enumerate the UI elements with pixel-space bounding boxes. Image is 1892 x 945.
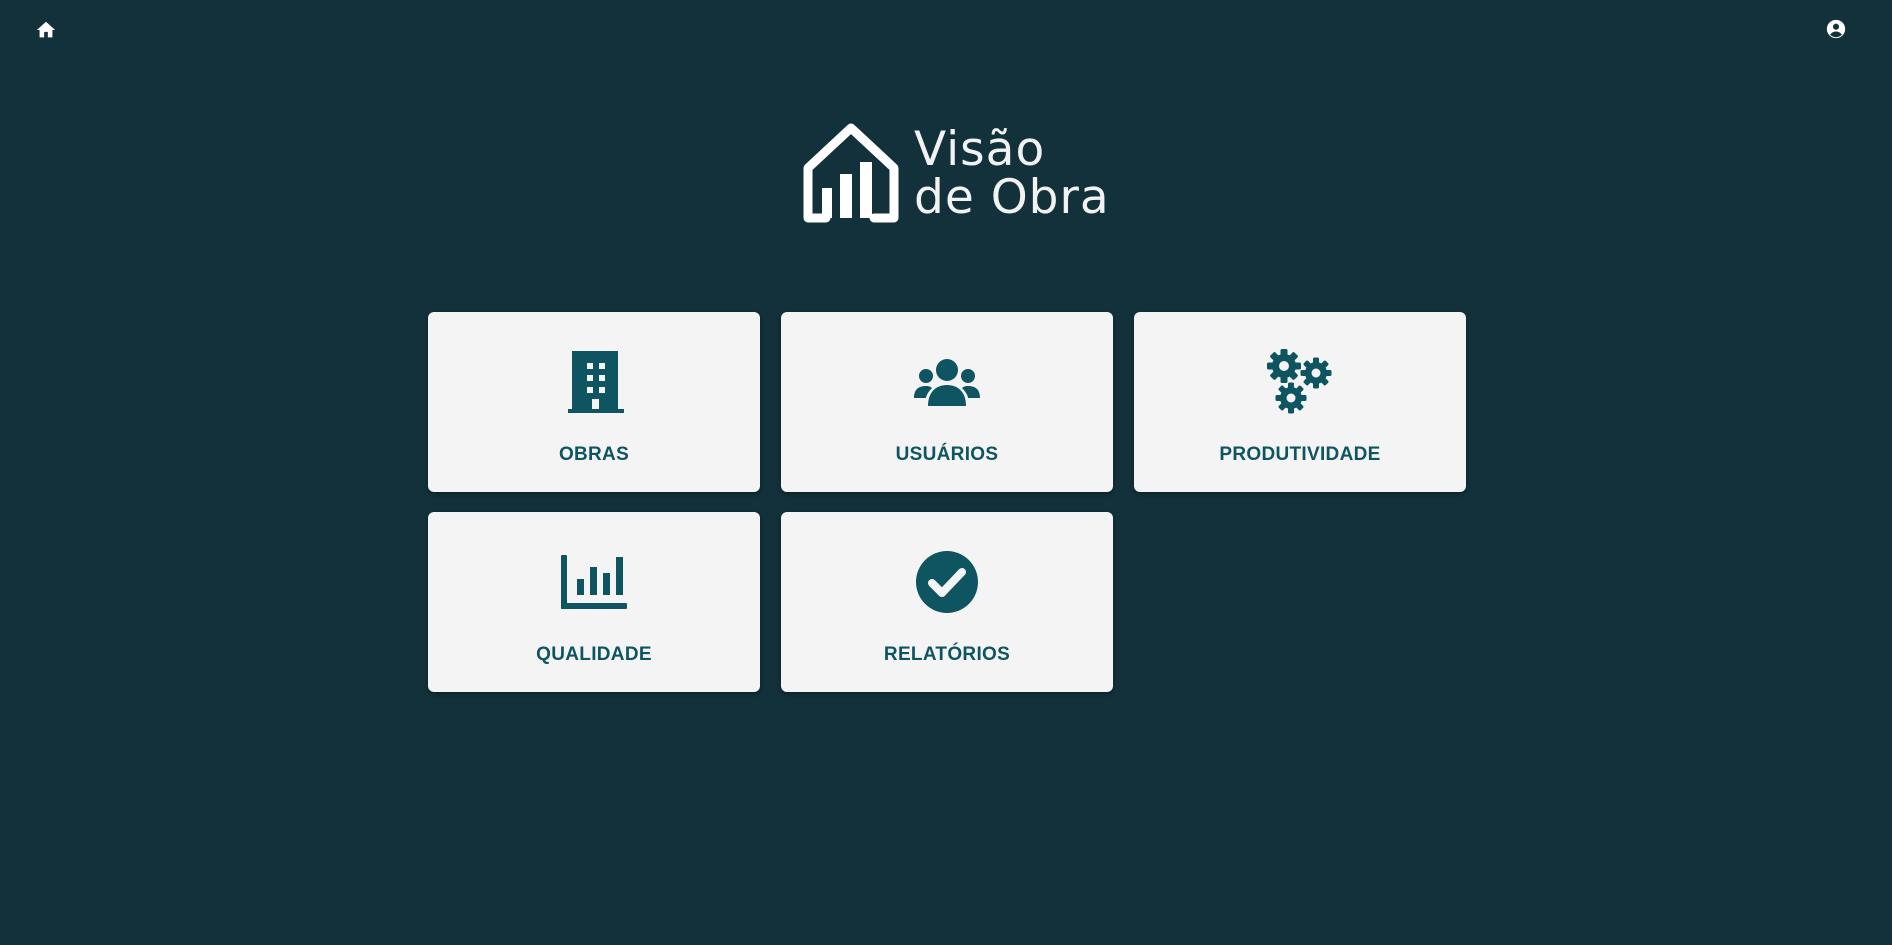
menu-card-qualidade[interactable]: QUALIDADE: [428, 512, 760, 692]
menu-card-usuarios[interactable]: USUÁRIOS: [781, 312, 1113, 492]
logo-line-1: Visão: [914, 122, 1046, 177]
menu-card-label: USUÁRIOS: [895, 444, 999, 465]
users-icon: [913, 348, 981, 416]
app-logo: Visão de Obra: [802, 122, 1109, 228]
menu-card-obras[interactable]: OBRAS: [428, 312, 760, 492]
building-icon: [560, 348, 628, 416]
home-icon: [36, 21, 56, 38]
account-button[interactable]: [1824, 17, 1848, 41]
menu-card-relatorios[interactable]: RELATÓRIOS: [781, 512, 1113, 692]
logo-text: Visão de Obra: [914, 126, 1110, 222]
logo-house-chart-icon: [803, 123, 899, 223]
bar-chart-icon: [560, 548, 628, 616]
menu-card-label: OBRAS: [558, 444, 630, 465]
account-circle-icon: [1826, 19, 1846, 39]
top-bar: [0, 0, 1892, 60]
menu-card-label: QUALIDADE: [536, 644, 652, 665]
menu-card-label: PRODUTIVIDADE: [1219, 444, 1381, 465]
check-circle-icon: [913, 548, 981, 616]
menu-card-label: RELATÓRIOS: [883, 644, 1011, 665]
logo-line-2: de Obra: [914, 170, 1110, 225]
gears-icon: [1266, 348, 1334, 416]
home-button[interactable]: [34, 18, 58, 42]
menu-card-produtividade[interactable]: PRODUTIVIDADE: [1134, 312, 1466, 492]
